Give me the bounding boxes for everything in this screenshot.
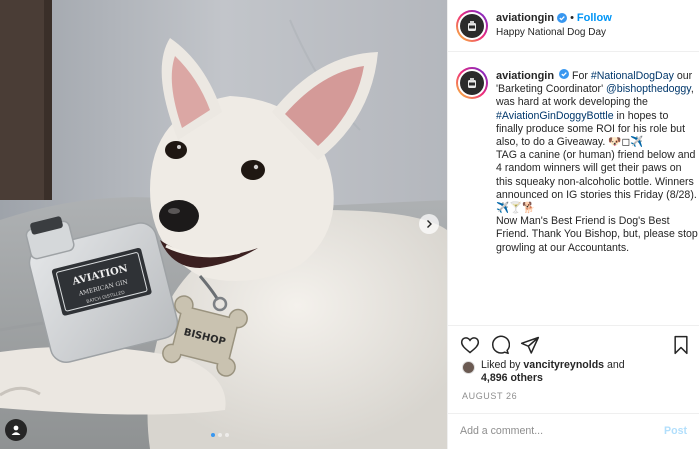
comment-icon bbox=[491, 335, 511, 355]
caption-text-lead: For bbox=[572, 70, 591, 82]
add-comment-bar: Post bbox=[448, 413, 699, 449]
verified-badge-icon bbox=[557, 13, 568, 23]
carousel-next-button[interactable] bbox=[419, 214, 439, 234]
bookmark-icon bbox=[674, 335, 688, 355]
post-details-pane: aviationgin • Follow Happy National Dog … bbox=[447, 0, 699, 449]
carousel-dot bbox=[211, 433, 215, 437]
author-avatar[interactable] bbox=[456, 10, 488, 42]
carousel-dot bbox=[225, 433, 229, 437]
comment-button[interactable] bbox=[490, 335, 511, 358]
caption-text-part: in hopes to finally produce some ROI for… bbox=[496, 109, 698, 254]
comment-input[interactable] bbox=[460, 425, 640, 437]
carousel-dot bbox=[218, 433, 222, 437]
chevron-right-icon bbox=[427, 220, 432, 228]
follow-button[interactable]: Follow bbox=[577, 12, 612, 24]
post-location[interactable]: Happy National Dog Day bbox=[496, 27, 606, 38]
bottle-logo-icon bbox=[468, 78, 476, 88]
instagram-post: AVIATION AMERICAN GIN BATCH DISTILLED BI… bbox=[0, 0, 699, 449]
heart-icon bbox=[460, 337, 480, 354]
hashtag-link[interactable]: #AviationGinDoggyBottle bbox=[496, 110, 614, 122]
liker-avatar[interactable] bbox=[462, 361, 475, 374]
header-separator: • bbox=[570, 12, 574, 24]
caption-username[interactable]: aviationgin bbox=[496, 70, 554, 82]
share-icon bbox=[520, 336, 540, 354]
post-actions: Liked by vancityreynolds and 4,896 other… bbox=[448, 325, 699, 449]
user-tag-button[interactable] bbox=[5, 419, 27, 441]
post-media[interactable]: AVIATION AMERICAN GIN BATCH DISTILLED BI… bbox=[0, 0, 447, 449]
liker-username[interactable]: vancityreynolds bbox=[523, 359, 604, 371]
likes-middle: and bbox=[604, 359, 625, 371]
likes-summary: Liked by vancityreynolds and 4,896 other… bbox=[462, 359, 625, 385]
save-button[interactable] bbox=[672, 335, 690, 358]
hashtag-link[interactable]: #NationalDogDay bbox=[591, 70, 674, 82]
share-button[interactable] bbox=[520, 335, 540, 358]
mention-link[interactable]: @bishopthedoggy bbox=[606, 83, 691, 95]
like-button[interactable] bbox=[460, 335, 480, 358]
verified-badge-icon bbox=[559, 69, 570, 79]
likes-prefix: Liked by bbox=[481, 359, 524, 371]
post-header: aviationgin • Follow Happy National Dog … bbox=[448, 0, 699, 52]
dog-photo: AVIATION AMERICAN GIN BATCH DISTILLED BI… bbox=[0, 0, 447, 449]
post-date[interactable]: AUGUST 26 bbox=[462, 391, 517, 401]
likes-count[interactable]: 4,896 others bbox=[481, 372, 543, 384]
caption-author-avatar[interactable] bbox=[456, 67, 488, 99]
author-username[interactable]: aviationgin bbox=[496, 12, 554, 24]
user-tag-icon bbox=[11, 425, 21, 435]
post-comment-button[interactable]: Post bbox=[664, 425, 687, 437]
post-caption: aviationgin For #NationalDogDay our 'Bar… bbox=[496, 69, 698, 255]
carousel-indicator bbox=[211, 433, 229, 437]
bottle-logo-icon bbox=[468, 21, 476, 31]
comments-section[interactable]: aviationgin For #NationalDogDay our 'Bar… bbox=[448, 53, 699, 325]
